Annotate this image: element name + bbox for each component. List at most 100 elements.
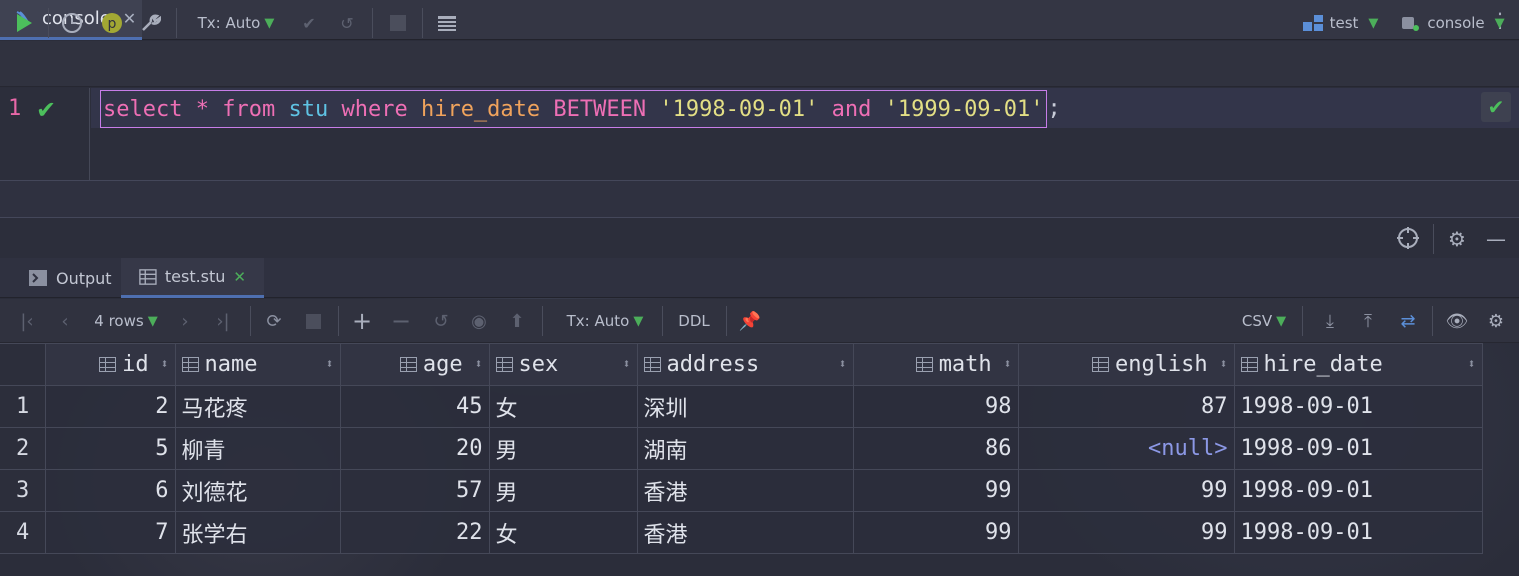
- sort-icon[interactable]: ⬍: [623, 357, 631, 372]
- gear-icon[interactable]: ⚙: [1444, 226, 1470, 252]
- table-row[interactable]: 1 2 马花疼 45 女 深圳 98 87 1998-09-01: [0, 385, 1483, 428]
- result-transaction-dropdown[interactable]: Tx: Auto ▼: [560, 306, 650, 336]
- stop-button[interactable]: [384, 8, 412, 38]
- cell-math[interactable]: 98: [852, 385, 1019, 428]
- cell-math[interactable]: 86: [852, 427, 1019, 470]
- sort-icon[interactable]: ⬍: [326, 357, 334, 372]
- cell-hire-date[interactable]: 1998-09-01: [1233, 469, 1483, 512]
- cell-sex[interactable]: 女: [488, 511, 638, 554]
- cell-name[interactable]: 张学右: [174, 511, 341, 554]
- column-header-age[interactable]: age ⬍: [339, 343, 490, 386]
- panel-splitter[interactable]: [0, 180, 1519, 218]
- sort-icon[interactable]: ⬍: [839, 357, 847, 372]
- sql-token: hire_date: [420, 96, 541, 122]
- export-format-dropdown[interactable]: CSV ▼: [1236, 306, 1292, 336]
- target-icon[interactable]: [1395, 226, 1421, 252]
- row-count-dropdown[interactable]: 4 rows ▼: [88, 306, 164, 336]
- next-page-button[interactable]: ›: [172, 306, 198, 336]
- preview-changes-button[interactable]: ◉: [466, 306, 492, 336]
- column-header-english[interactable]: english ⬍: [1017, 343, 1235, 386]
- history-button[interactable]: [58, 8, 86, 38]
- cell-id[interactable]: 5: [44, 427, 176, 470]
- column-header-id[interactable]: id ⬍: [44, 343, 176, 386]
- sort-icon[interactable]: ⬍: [1468, 357, 1476, 372]
- submit-button[interactable]: ⬆: [504, 306, 530, 336]
- cell-english[interactable]: 99: [1017, 511, 1235, 554]
- grid-settings-button[interactable]: ⚙: [1482, 306, 1510, 336]
- cell-hire-date[interactable]: 1998-09-01: [1233, 511, 1483, 554]
- cell-english[interactable]: 99: [1017, 469, 1235, 512]
- execute-button[interactable]: [10, 8, 38, 38]
- rollback-button[interactable]: ↺: [333, 8, 361, 38]
- cell-name[interactable]: 刘德花: [174, 469, 341, 512]
- row-number[interactable]: 4: [0, 511, 46, 554]
- view-options-button[interactable]: 👁: [1442, 306, 1472, 336]
- cell-address[interactable]: 香港: [636, 511, 854, 554]
- session-selector[interactable]: console ▼: [1398, 8, 1506, 38]
- tab-output[interactable]: Output: [20, 258, 120, 298]
- sort-icon[interactable]: ⬍: [1004, 357, 1012, 372]
- previous-page-button[interactable]: ‹: [52, 306, 78, 336]
- grid-corner[interactable]: [0, 343, 46, 386]
- cell-name[interactable]: 柳青: [174, 427, 341, 470]
- table-row[interactable]: 4 7 张学右 22 女 香港 99 99 1998-09-01: [0, 511, 1483, 554]
- cell-age[interactable]: 20: [339, 427, 490, 470]
- cell-sex[interactable]: 男: [488, 427, 638, 470]
- compare-button[interactable]: ⇄: [1394, 306, 1422, 336]
- column-header-name[interactable]: name ⬍: [174, 343, 341, 386]
- ddl-button[interactable]: DDL: [672, 306, 716, 336]
- last-page-button[interactable]: ›|: [210, 306, 236, 336]
- sql-statement[interactable]: select * from stu where hire_date BETWEE…: [100, 90, 1047, 128]
- stop-query-button[interactable]: [300, 306, 326, 336]
- cell-hire-date[interactable]: 1998-09-01: [1233, 427, 1483, 470]
- cell-hire-date[interactable]: 1998-09-01: [1233, 385, 1483, 428]
- cell-age[interactable]: 57: [339, 469, 490, 512]
- export-button[interactable]: ⤓: [1316, 306, 1344, 336]
- settings-button[interactable]: [136, 8, 164, 38]
- pin-icon: 📌: [738, 310, 762, 332]
- first-page-button[interactable]: |‹: [14, 306, 40, 336]
- cell-age[interactable]: 45: [339, 385, 490, 428]
- row-number[interactable]: 1: [0, 385, 46, 428]
- table-row[interactable]: 3 6 刘德花 57 男 香港 99 99 1998-09-01: [0, 469, 1483, 512]
- add-row-button[interactable]: +: [348, 306, 376, 336]
- cell-sex[interactable]: 女: [488, 385, 638, 428]
- cell-address[interactable]: 香港: [636, 469, 854, 512]
- sort-icon[interactable]: ⬍: [1220, 357, 1228, 372]
- cell-id[interactable]: 2: [44, 385, 176, 428]
- transaction-mode-dropdown[interactable]: Tx: Auto ▼: [190, 8, 282, 38]
- cell-english[interactable]: 87: [1017, 385, 1235, 428]
- cell-id[interactable]: 6: [44, 469, 176, 512]
- cell-address[interactable]: 湖南: [636, 427, 854, 470]
- tab-test-stu[interactable]: test.stu ✕: [121, 258, 264, 298]
- cell-id[interactable]: 7: [44, 511, 176, 554]
- delete-row-button[interactable]: −: [388, 306, 414, 336]
- column-header-sex[interactable]: sex ⬍: [488, 343, 638, 386]
- refresh-button[interactable]: ⟳: [260, 306, 288, 336]
- pin-tab-button[interactable]: 📌: [736, 306, 764, 336]
- datasource-selector[interactable]: test ▼: [1300, 8, 1380, 38]
- cell-name[interactable]: 马花疼: [174, 385, 341, 428]
- cell-sex[interactable]: 男: [488, 469, 638, 512]
- sort-icon[interactable]: ⬍: [161, 357, 169, 372]
- cell-english-null[interactable]: <null>: [1017, 427, 1235, 470]
- table-row[interactable]: 2 5 柳青 20 男 湖南 86 <null> 1998-09-01: [0, 427, 1483, 470]
- close-icon[interactable]: ✕: [233, 268, 246, 286]
- commit-button[interactable]: ✔: [295, 8, 323, 38]
- table-view-button[interactable]: [432, 8, 462, 38]
- column-header-math[interactable]: math ⬍: [852, 343, 1019, 386]
- import-button[interactable]: ⤒: [1354, 306, 1382, 336]
- row-number[interactable]: 2: [0, 427, 46, 470]
- column-header-hire-date[interactable]: hire_date ⬍: [1233, 343, 1483, 386]
- cell-address[interactable]: 深圳: [636, 385, 854, 428]
- minimize-icon[interactable]: —: [1483, 226, 1509, 252]
- inspection-ok-icon[interactable]: ✔: [1481, 92, 1511, 122]
- sort-icon[interactable]: ⬍: [475, 357, 483, 372]
- column-header-address[interactable]: address ⬍: [636, 343, 854, 386]
- explain-plan-button[interactable]: p: [98, 8, 126, 38]
- cell-math[interactable]: 99: [852, 469, 1019, 512]
- row-number[interactable]: 3: [0, 469, 46, 512]
- cell-math[interactable]: 99: [852, 511, 1019, 554]
- cell-age[interactable]: 22: [339, 511, 490, 554]
- revert-button[interactable]: ↺: [428, 306, 454, 336]
